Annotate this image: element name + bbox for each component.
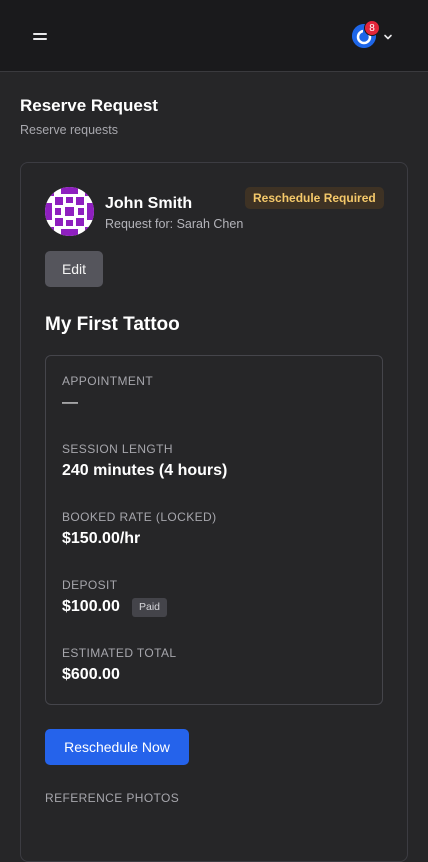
deposit-label: DEPOSIT: [62, 578, 118, 592]
appointment-value: —: [62, 394, 78, 411]
status-badge: Reschedule Required: [245, 187, 384, 209]
reschedule-now-button[interactable]: Reschedule Now: [45, 729, 189, 765]
paid-badge: Paid: [132, 598, 168, 617]
booked-rate-value: $150.00/hr: [62, 530, 141, 547]
estimated-total-label: ESTIMATED TOTAL: [62, 646, 177, 660]
chevron-down-icon[interactable]: [382, 31, 394, 43]
session-length-label: SESSION LENGTH: [62, 442, 173, 456]
reference-photos-label: REFERENCE PHOTOS: [45, 791, 180, 805]
session-length-value: 240 minutes (4 hours): [62, 462, 228, 479]
account-menu[interactable]: 8: [352, 20, 396, 50]
page-title: Reserve Request: [20, 96, 158, 115]
tattoo-title: My First Tattoo: [45, 314, 180, 335]
estimated-total-value: $600.00: [62, 666, 120, 683]
appointment-details-panel: APPOINTMENT — SESSION LENGTH 240 minutes…: [45, 355, 383, 705]
page-subtitle: Reserve requests: [20, 123, 118, 137]
request-for-text: Request for: Sarah Chen: [105, 217, 244, 231]
edit-button[interactable]: Edit: [45, 251, 103, 287]
deposit-value: $100.00: [62, 598, 120, 615]
notification-count-badge: 8: [364, 20, 380, 36]
client-name: John Smith: [105, 195, 193, 212]
reserve-request-card: John Smith Request for: Sarah Chen Resch…: [20, 162, 408, 862]
appointment-label: APPOINTMENT: [62, 374, 154, 388]
booked-rate-label: BOOKED RATE (LOCKED): [62, 510, 217, 524]
top-navigation-bar: 8: [0, 0, 428, 72]
client-avatar: [45, 187, 94, 236]
hamburger-menu-icon[interactable]: [30, 28, 50, 44]
